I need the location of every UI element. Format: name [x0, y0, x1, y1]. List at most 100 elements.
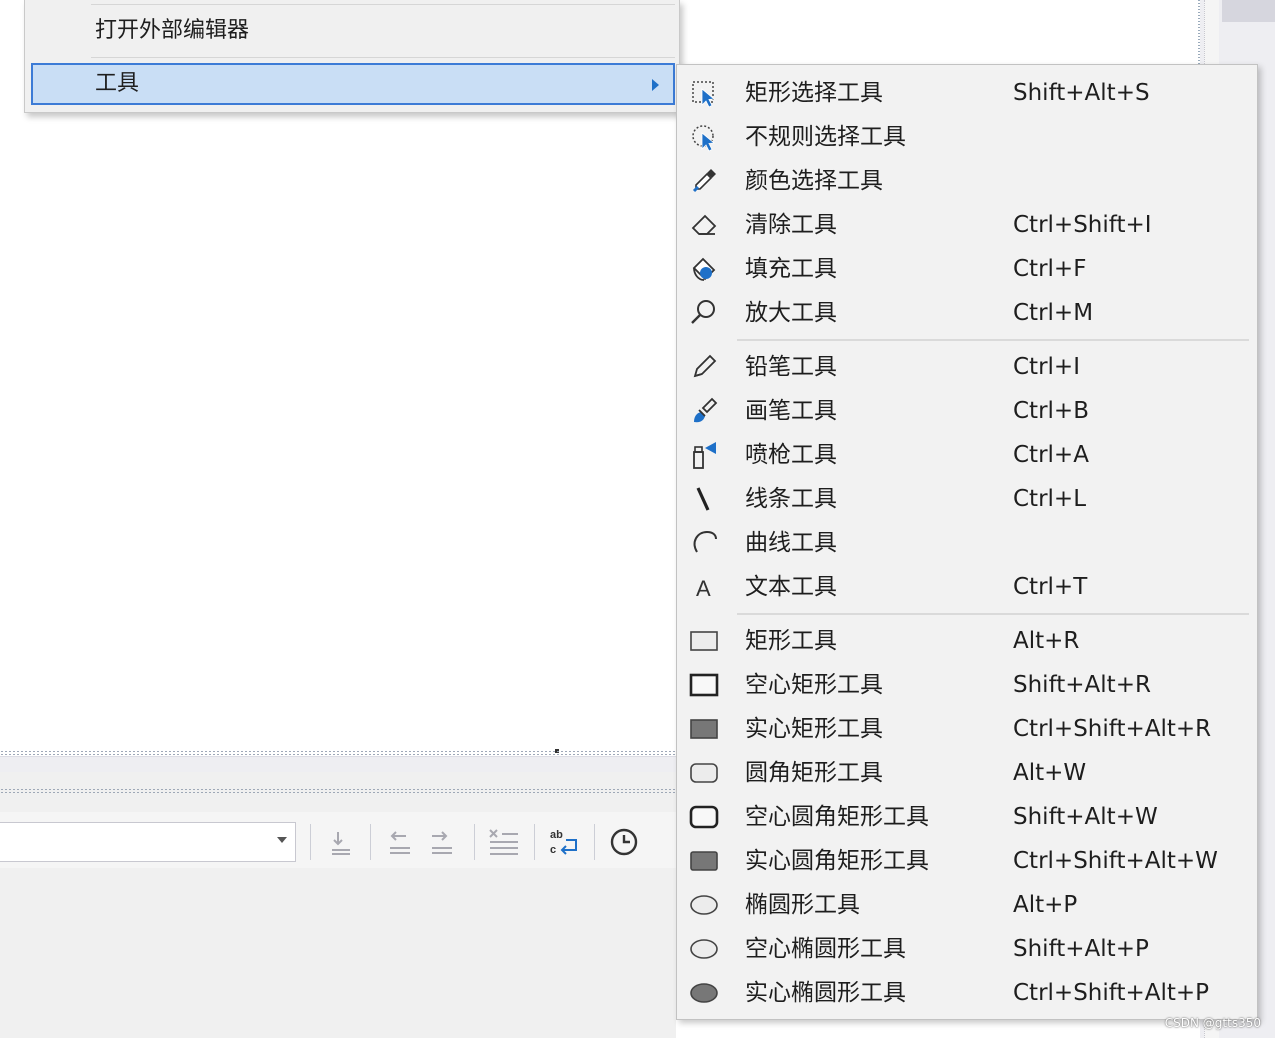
solid-ellipse-icon	[689, 978, 719, 1008]
indent-icon	[332, 832, 350, 855]
watermark: CSDN @gtts350	[1164, 1016, 1261, 1030]
menu-item-label: 文本工具	[745, 574, 837, 600]
toolbar-button-indent[interactable]	[322, 826, 358, 858]
hollow-rounded-rect-icon	[689, 802, 719, 832]
menu-item-shortcut: Ctrl+Shift+Alt+R	[1013, 716, 1212, 742]
menu-item-label: 打开外部编辑器	[95, 18, 250, 43]
hollow-rect-icon	[689, 670, 719, 700]
menu-item-label: 铅笔工具	[745, 354, 837, 380]
eyedropper-icon	[689, 166, 719, 196]
menu-item-solid-rounded-rect[interactable]: 实心圆角矩形工具 Ctrl+Shift+Alt+W	[677, 839, 1257, 883]
toolbar-button-history[interactable]	[606, 826, 642, 858]
menu-item-eyedropper[interactable]: 颜色选择工具	[677, 159, 1257, 203]
menu-item-pencil[interactable]: 铅笔工具 Ctrl+I	[677, 345, 1257, 389]
menu-item-solid-rect[interactable]: 实心矩形工具 Ctrl+Shift+Alt+R	[677, 707, 1257, 751]
eraser-icon	[689, 210, 719, 240]
menu-item-label: 实心矩形工具	[745, 716, 883, 742]
menu-item-shortcut: Shift+Alt+S	[1013, 80, 1150, 106]
hollow-ellipse-icon	[689, 934, 719, 964]
menu-item-label: 曲线工具	[745, 530, 837, 556]
toolbar-grip[interactable]	[0, 788, 676, 794]
brush-icon	[689, 396, 719, 426]
menu-item-lasso-select[interactable]: 不规则选择工具	[677, 115, 1257, 159]
menu-item-eraser[interactable]: 清除工具 Ctrl+Shift+I	[677, 203, 1257, 247]
toolbar-combobox[interactable]	[0, 822, 296, 862]
menu-item-curve[interactable]: 曲线工具	[677, 521, 1257, 565]
menu-item-shortcut: Ctrl+Shift+Alt+P	[1013, 980, 1210, 1006]
toolbar-separator	[474, 824, 475, 860]
menu-item-solid-ellipse[interactable]: 实心椭圆形工具 Ctrl+Shift+Alt+P	[677, 971, 1257, 1015]
menu-item-shortcut: Alt+R	[1013, 628, 1080, 654]
menu-item-label: 颜色选择工具	[745, 168, 883, 194]
svg-text:ab: ab	[550, 829, 563, 841]
submenu-arrow-icon	[652, 79, 659, 91]
toolbar-separator	[370, 824, 371, 860]
menu-item-shortcut: Ctrl+L	[1013, 486, 1087, 512]
rounded-rect-icon	[689, 758, 719, 788]
menu-item-rect[interactable]: 矩形工具 Alt+R	[677, 619, 1257, 663]
context-menu: 打开外部编辑器 工具	[24, 0, 680, 113]
menu-item-open-external-editor[interactable]: 打开外部编辑器	[31, 10, 675, 52]
tools-submenu: 矩形选择工具 Shift+Alt+S 不规则选择工具 颜色选择工具 清除工具 Ctrl+S…	[676, 64, 1258, 1020]
ellipse-icon	[689, 890, 719, 920]
menu-item-zoom[interactable]: 放大工具 Ctrl+M	[677, 291, 1257, 335]
menu-item-rounded-rect[interactable]: 圆角矩形工具 Alt+W	[677, 751, 1257, 795]
menu-separator	[91, 57, 675, 58]
menu-item-shortcut: Ctrl+B	[1013, 398, 1089, 424]
menu-separator	[737, 339, 1249, 341]
menu-item-shortcut: Ctrl+T	[1013, 574, 1088, 600]
menu-item-shortcut: Alt+P	[1013, 892, 1078, 918]
toolbar-separator	[310, 824, 311, 860]
chevron-down-icon[interactable]	[277, 837, 287, 843]
menu-item-shortcut: Ctrl+A	[1013, 442, 1089, 468]
outdent-right-icon	[432, 831, 452, 854]
menu-item-rect-select[interactable]: 矩形选择工具 Shift+Alt+S	[677, 71, 1257, 115]
spray-icon	[689, 440, 719, 470]
menu-item-tools[interactable]: 工具	[31, 63, 675, 105]
svg-text:A: A	[696, 576, 711, 601]
solid-rounded-rect-icon	[689, 846, 719, 876]
menu-item-shortcut: Shift+Alt+R	[1013, 672, 1151, 698]
menu-item-shortcut: Shift+Alt+P	[1013, 936, 1149, 962]
clock-icon	[610, 828, 638, 856]
menu-item-brush[interactable]: 画笔工具 Ctrl+B	[677, 389, 1257, 433]
menu-item-hollow-rounded-rect[interactable]: 空心圆角矩形工具 Shift+Alt+W	[677, 795, 1257, 839]
menu-item-hollow-ellipse[interactable]: 空心椭圆形工具 Shift+Alt+P	[677, 927, 1257, 971]
menu-item-label: 不规则选择工具	[745, 124, 906, 150]
menu-item-label: 放大工具	[745, 300, 837, 326]
menu-item-label: 空心圆角矩形工具	[745, 804, 929, 830]
toolbar-button-word-wrap[interactable]: ab c	[546, 826, 582, 858]
menu-item-label: 圆角矩形工具	[745, 760, 883, 786]
toolbar-separator	[534, 824, 535, 860]
toolbar-separator	[594, 824, 595, 860]
menu-item-line[interactable]: 线条工具 Ctrl+L	[677, 477, 1257, 521]
menu-separator	[737, 613, 1249, 615]
menu-item-shortcut: Ctrl+F	[1013, 256, 1087, 282]
menu-item-label: 喷枪工具	[745, 442, 837, 468]
menu-item-fill-bucket[interactable]: 填充工具 Ctrl+F	[677, 247, 1257, 291]
clear-list-icon	[489, 829, 518, 855]
text-icon: A	[689, 572, 719, 602]
menu-item-label: 画笔工具	[745, 398, 837, 424]
zoom-icon	[689, 298, 719, 328]
word-wrap-icon: ab c	[550, 829, 577, 856]
lasso-select-icon	[689, 122, 719, 152]
svg-text:c: c	[550, 844, 556, 856]
menu-item-shortcut: Shift+Alt+W	[1013, 804, 1158, 830]
menu-item-text[interactable]: A 文本工具 Ctrl+T	[677, 565, 1257, 609]
toolbar-button-outdent-right[interactable]	[424, 826, 460, 858]
menu-item-label: 矩形选择工具	[745, 80, 883, 106]
menu-item-hollow-rect[interactable]: 空心矩形工具 Shift+Alt+R	[677, 663, 1257, 707]
menu-item-shortcut: Ctrl+Shift+Alt+W	[1013, 848, 1218, 874]
menu-item-label: 填充工具	[745, 256, 837, 282]
menu-item-label: 空心椭圆形工具	[745, 936, 906, 962]
menu-item-ellipse[interactable]: 椭圆形工具 Alt+P	[677, 883, 1257, 927]
curve-icon	[689, 528, 719, 558]
toolbar-button-clear-list[interactable]	[486, 826, 522, 858]
panel-title-bar	[0, 756, 676, 773]
menu-item-label: 清除工具	[745, 212, 837, 238]
toolbar-button-outdent-left[interactable]	[382, 826, 418, 858]
outdent-left-icon	[390, 831, 410, 854]
menu-item-spray[interactable]: 喷枪工具 Ctrl+A	[677, 433, 1257, 477]
fill-bucket-icon	[689, 254, 719, 284]
